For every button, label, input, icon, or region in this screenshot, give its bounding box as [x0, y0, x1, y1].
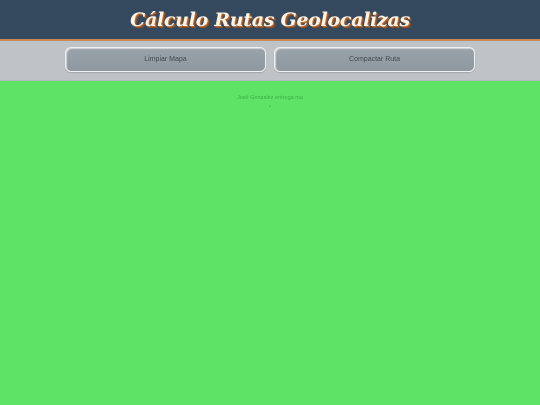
app-title: Cálculo Rutas Geolocalizas — [130, 8, 410, 31]
map-canvas[interactable]: José Gonzalez entrega ma • — [0, 81, 540, 405]
map-credit-text: José Gonzalez entrega ma — [237, 95, 303, 101]
app-header: Cálculo Rutas Geolocalizas — [0, 0, 540, 41]
map-credit-marker: • — [269, 104, 271, 110]
clear-map-button[interactable]: Limpiar Mapa — [65, 47, 266, 72]
compact-route-button[interactable]: Compactar Ruta — [274, 47, 475, 72]
toolbar: Limpiar Mapa Compactar Ruta — [0, 41, 540, 81]
